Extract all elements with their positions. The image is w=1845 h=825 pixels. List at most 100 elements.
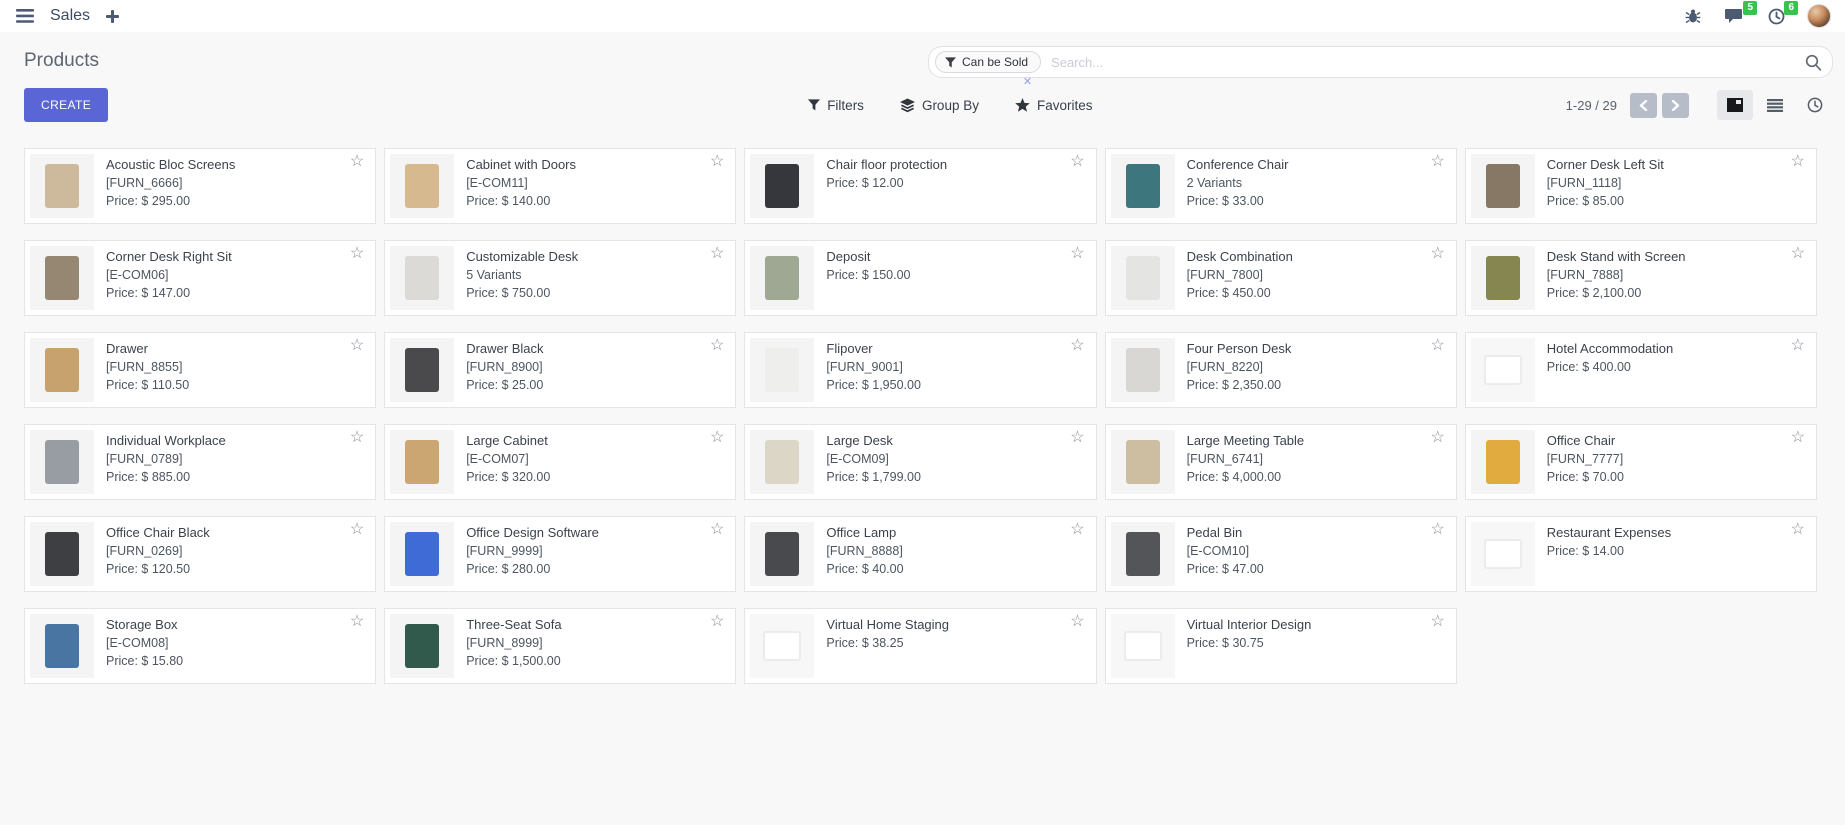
messages-icon[interactable]: 5	[1723, 6, 1746, 26]
favorite-star-icon[interactable]: ☆	[1070, 522, 1084, 538]
favorite-star-icon[interactable]: ☆	[1070, 154, 1084, 170]
favorite-star-icon[interactable]: ☆	[710, 430, 724, 446]
product-card[interactable]: Cabinet with Doors [E-COM11] Price: $ 14…	[384, 148, 736, 224]
favorite-star-icon[interactable]: ☆	[1791, 338, 1805, 354]
favorite-star-icon[interactable]: ☆	[1070, 338, 1084, 354]
product-name[interactable]: Office Lamp	[826, 525, 903, 540]
product-name[interactable]: Corner Desk Left Sit	[1547, 157, 1664, 172]
favorite-star-icon[interactable]: ☆	[710, 338, 724, 354]
search-icon[interactable]	[1805, 54, 1822, 71]
favorite-star-icon[interactable]: ☆	[350, 154, 364, 170]
product-card[interactable]: Office Chair [FURN_7777] Price: $ 70.00 …	[1465, 424, 1817, 500]
product-name[interactable]: Conference Chair	[1187, 157, 1289, 172]
product-name[interactable]: Three-Seat Sofa	[466, 617, 561, 632]
favorite-star-icon[interactable]: ☆	[710, 614, 724, 630]
search-input[interactable]	[1041, 55, 1805, 70]
product-card[interactable]: Desk Combination [FURN_7800] Price: $ 45…	[1105, 240, 1457, 316]
product-card[interactable]: Office Chair Black [FURN_0269] Price: $ …	[24, 516, 376, 592]
favorite-star-icon[interactable]: ☆	[1430, 338, 1444, 354]
product-card[interactable]: Chair floor protection Price: $ 12.00 ☆	[744, 148, 1096, 224]
favorite-star-icon[interactable]: ☆	[350, 522, 364, 538]
favorite-star-icon[interactable]: ☆	[1791, 246, 1805, 262]
product-name[interactable]: Individual Workplace	[106, 433, 226, 448]
app-title[interactable]: Sales	[50, 7, 90, 25]
product-card[interactable]: Individual Workplace [FURN_0789] Price: …	[24, 424, 376, 500]
product-name[interactable]: Chair floor protection	[826, 157, 947, 172]
product-name[interactable]: Office Chair Black	[106, 525, 210, 540]
pager-next-button[interactable]	[1662, 93, 1689, 118]
favorite-star-icon[interactable]: ☆	[710, 522, 724, 538]
product-card[interactable]: Large Cabinet [E-COM07] Price: $ 320.00 …	[384, 424, 736, 500]
product-name[interactable]: Desk Combination	[1187, 249, 1293, 264]
activity-view-button[interactable]	[1797, 90, 1833, 120]
product-name[interactable]: Large Cabinet	[466, 433, 550, 448]
favorite-star-icon[interactable]: ☆	[350, 430, 364, 446]
product-name[interactable]: Office Chair	[1547, 433, 1624, 448]
product-card[interactable]: Pedal Bin [E-COM10] Price: $ 47.00 ☆	[1105, 516, 1457, 592]
favorite-star-icon[interactable]: ☆	[1430, 154, 1444, 170]
product-name[interactable]: Large Desk	[826, 433, 921, 448]
product-card[interactable]: Customizable Desk 5 Variants Price: $ 75…	[384, 240, 736, 316]
favorite-star-icon[interactable]: ☆	[350, 614, 364, 630]
product-name[interactable]: Virtual Interior Design	[1187, 617, 1312, 632]
product-card[interactable]: Acoustic Bloc Screens [FURN_6666] Price:…	[24, 148, 376, 224]
product-name[interactable]: Office Design Software	[466, 525, 599, 540]
product-name[interactable]: Drawer Black	[466, 341, 543, 356]
product-card[interactable]: Corner Desk Left Sit [FURN_1118] Price: …	[1465, 148, 1817, 224]
product-card[interactable]: Four Person Desk [FURN_8220] Price: $ 2,…	[1105, 332, 1457, 408]
activities-icon[interactable]: 6	[1766, 6, 1787, 27]
filters-button[interactable]: Filters	[808, 98, 864, 113]
favorite-star-icon[interactable]: ☆	[1430, 246, 1444, 262]
pager-previous-button[interactable]	[1630, 93, 1657, 118]
favorite-star-icon[interactable]: ☆	[1070, 430, 1084, 446]
favorites-button[interactable]: Favorites	[1015, 98, 1093, 113]
product-card[interactable]: Drawer Black [FURN_8900] Price: $ 25.00 …	[384, 332, 736, 408]
product-card[interactable]: Desk Stand with Screen [FURN_7888] Price…	[1465, 240, 1817, 316]
product-name[interactable]: Corner Desk Right Sit	[106, 249, 232, 264]
favorite-star-icon[interactable]: ☆	[350, 338, 364, 354]
product-name[interactable]: Desk Stand with Screen	[1547, 249, 1686, 264]
product-card[interactable]: Office Lamp [FURN_8888] Price: $ 40.00 ☆	[744, 516, 1096, 592]
product-card[interactable]: Corner Desk Right Sit [E-COM06] Price: $…	[24, 240, 376, 316]
product-name[interactable]: Acoustic Bloc Screens	[106, 157, 235, 172]
product-card[interactable]: Virtual Home Staging Price: $ 38.25 ☆	[744, 608, 1096, 684]
product-card[interactable]: Storage Box [E-COM08] Price: $ 15.80 ☆	[24, 608, 376, 684]
favorite-star-icon[interactable]: ☆	[1791, 430, 1805, 446]
search-bar[interactable]: Can be Sold ✕	[928, 46, 1833, 78]
product-card[interactable]: Drawer [FURN_8855] Price: $ 110.50 ☆	[24, 332, 376, 408]
product-name[interactable]: Hotel Accommodation	[1547, 341, 1673, 356]
product-name[interactable]: Flipover	[826, 341, 921, 356]
debug-icon[interactable]	[1683, 6, 1703, 26]
product-card[interactable]: Office Design Software [FURN_9999] Price…	[384, 516, 736, 592]
create-button[interactable]: CREATE	[24, 88, 108, 122]
product-name[interactable]: Customizable Desk	[466, 249, 578, 264]
product-card[interactable]: Virtual Interior Design Price: $ 30.75 ☆	[1105, 608, 1457, 684]
favorite-star-icon[interactable]: ☆	[350, 246, 364, 262]
product-name[interactable]: Storage Box	[106, 617, 183, 632]
product-card[interactable]: Flipover [FURN_9001] Price: $ 1,950.00 ☆	[744, 332, 1096, 408]
add-tab-icon[interactable]	[104, 8, 121, 25]
product-name[interactable]: Four Person Desk	[1187, 341, 1292, 356]
product-card[interactable]: Large Desk [E-COM09] Price: $ 1,799.00 ☆	[744, 424, 1096, 500]
product-card[interactable]: Hotel Accommodation Price: $ 400.00 ☆	[1465, 332, 1817, 408]
product-name[interactable]: Drawer	[106, 341, 189, 356]
product-card[interactable]: Deposit Price: $ 150.00 ☆	[744, 240, 1096, 316]
favorite-star-icon[interactable]: ☆	[710, 154, 724, 170]
favorite-star-icon[interactable]: ☆	[1430, 522, 1444, 538]
product-name[interactable]: Pedal Bin	[1187, 525, 1264, 540]
favorite-star-icon[interactable]: ☆	[1070, 246, 1084, 262]
product-name[interactable]: Cabinet with Doors	[466, 157, 576, 172]
kanban-view-button[interactable]	[1717, 90, 1753, 120]
favorite-star-icon[interactable]: ☆	[1430, 430, 1444, 446]
product-name[interactable]: Large Meeting Table	[1187, 433, 1305, 448]
search-facet-can-be-sold[interactable]: Can be Sold ✕	[935, 51, 1041, 73]
product-name[interactable]: Virtual Home Staging	[826, 617, 949, 632]
product-name[interactable]: Restaurant Expenses	[1547, 525, 1671, 540]
favorite-star-icon[interactable]: ☆	[1430, 614, 1444, 630]
avatar[interactable]	[1807, 4, 1831, 28]
product-card[interactable]: Three-Seat Sofa [FURN_8999] Price: $ 1,5…	[384, 608, 736, 684]
product-card[interactable]: Large Meeting Table [FURN_6741] Price: $…	[1105, 424, 1457, 500]
favorite-star-icon[interactable]: ☆	[710, 246, 724, 262]
favorite-star-icon[interactable]: ☆	[1791, 522, 1805, 538]
group-by-button[interactable]: Group By	[900, 98, 979, 113]
